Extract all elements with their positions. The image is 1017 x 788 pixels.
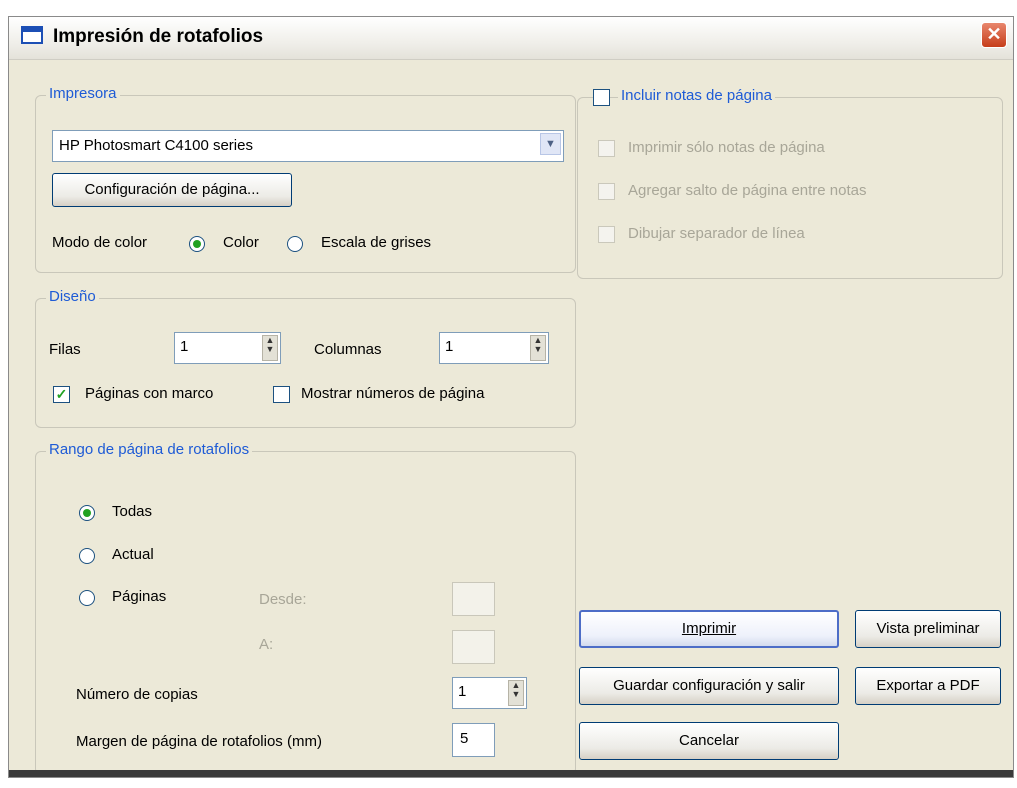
pages-label[interactable]: Páginas [112,588,166,605]
framed-pages-checkbox[interactable]: ✓ [53,386,70,403]
save-exit-button[interactable]: Guardar configuración y salir [579,667,839,705]
print-button[interactable]: Imprimir [579,610,839,648]
window-icon [21,26,43,44]
rows-value: 1 [180,338,189,355]
copies-stepper[interactable]: 1 ▲ ▼ [452,677,527,709]
save-exit-button-label: Guardar configuración y salir [613,677,805,694]
printer-group: Impresora HP Photosmart C4100 series ▼ C… [35,85,576,273]
print-button-label: Imprimir [681,620,737,637]
cancel-button[interactable]: Cancelar [579,722,839,760]
include-notes-checkbox[interactable] [593,89,610,106]
preview-button-label: Vista preliminar [876,620,980,637]
line-separator-label[interactable]: Dibujar separador de línea [628,225,805,242]
spin-arrows-icon[interactable]: ▲ ▼ [508,680,524,706]
rows-stepper[interactable]: 1 ▲ ▼ [174,332,281,364]
only-notes-label[interactable]: Imprimir sólo notas de página [628,139,825,156]
layout-legend: Diseño [46,288,99,305]
page-break-label[interactable]: Agregar salto de página entre notas [628,182,867,199]
rows-label: Filas [49,341,81,358]
page-setup-label: Configuración de página... [84,181,260,198]
from-label: Desde: [259,591,307,608]
print-flipchart-dialog: Impresión de rotafolios ✕ Impresora HP P… [8,16,1014,778]
window-bottom-edge [9,770,1013,777]
spin-arrows-icon[interactable]: ▲ ▼ [262,335,278,361]
title-bar[interactable]: Impresión de rotafolios ✕ [9,17,1013,60]
from-input[interactable] [452,582,495,616]
columns-value: 1 [445,338,454,355]
current-page-label[interactable]: Actual [112,546,154,563]
export-pdf-button[interactable]: Exportar a PDF [855,667,1001,705]
color-mode-label: Modo de color [52,234,148,251]
margin-label: Margen de página de rotafolios (mm) [76,733,322,750]
color-radio[interactable] [189,236,205,252]
preview-button[interactable]: Vista preliminar [855,610,1001,648]
printer-select-value: HP Photosmart C4100 series [59,137,253,154]
page-range-group: Rango de página de rotafolios Todas Actu… [35,441,576,775]
all-pages-radio[interactable] [79,505,95,521]
export-pdf-button-label: Exportar a PDF [876,677,980,694]
grayscale-radio-label[interactable]: Escala de grises [321,234,431,251]
page-numbers-label[interactable]: Mostrar números de página [301,385,484,402]
copies-value: 1 [458,683,467,700]
only-notes-checkbox[interactable] [598,140,615,157]
all-pages-label[interactable]: Todas [112,503,152,520]
close-icon[interactable]: ✕ [981,22,1007,48]
page-numbers-checkbox[interactable] [273,386,290,403]
framed-pages-label[interactable]: Páginas con marco [85,385,213,402]
pages-radio[interactable] [79,590,95,606]
page-break-checkbox[interactable] [598,183,615,200]
color-radio-label[interactable]: Color [223,234,259,251]
margin-input[interactable]: 5 [452,723,495,757]
to-input[interactable] [452,630,495,664]
notes-group: Incluir notas de página Imprimir sólo no… [577,87,1003,279]
page-range-legend: Rango de página de rotafolios [46,441,253,458]
dialog-title: Impresión de rotafolios [53,26,264,47]
line-separator-checkbox[interactable] [598,226,615,243]
margin-value: 5 [460,730,469,747]
cancel-button-label: Cancelar [678,732,740,749]
to-label: A: [259,636,274,653]
printer-select[interactable]: HP Photosmart C4100 series ▼ [52,130,564,162]
printer-legend: Impresora [46,85,120,102]
grayscale-radio[interactable] [287,236,303,252]
columns-label: Columnas [314,341,382,358]
current-page-radio[interactable] [79,548,95,564]
chevron-down-icon[interactable]: ▼ [540,133,561,155]
columns-stepper[interactable]: 1 ▲ ▼ [439,332,549,364]
spin-arrows-icon[interactable]: ▲ ▼ [530,335,546,361]
include-notes-label[interactable]: Incluir notas de página [618,87,775,104]
layout-group: Diseño Filas 1 ▲ ▼ Columnas 1 ▲ ▼ ✓ Página… [35,288,576,428]
page-setup-button[interactable]: Configuración de página... [52,173,292,207]
copies-label: Número de copias [76,686,198,703]
